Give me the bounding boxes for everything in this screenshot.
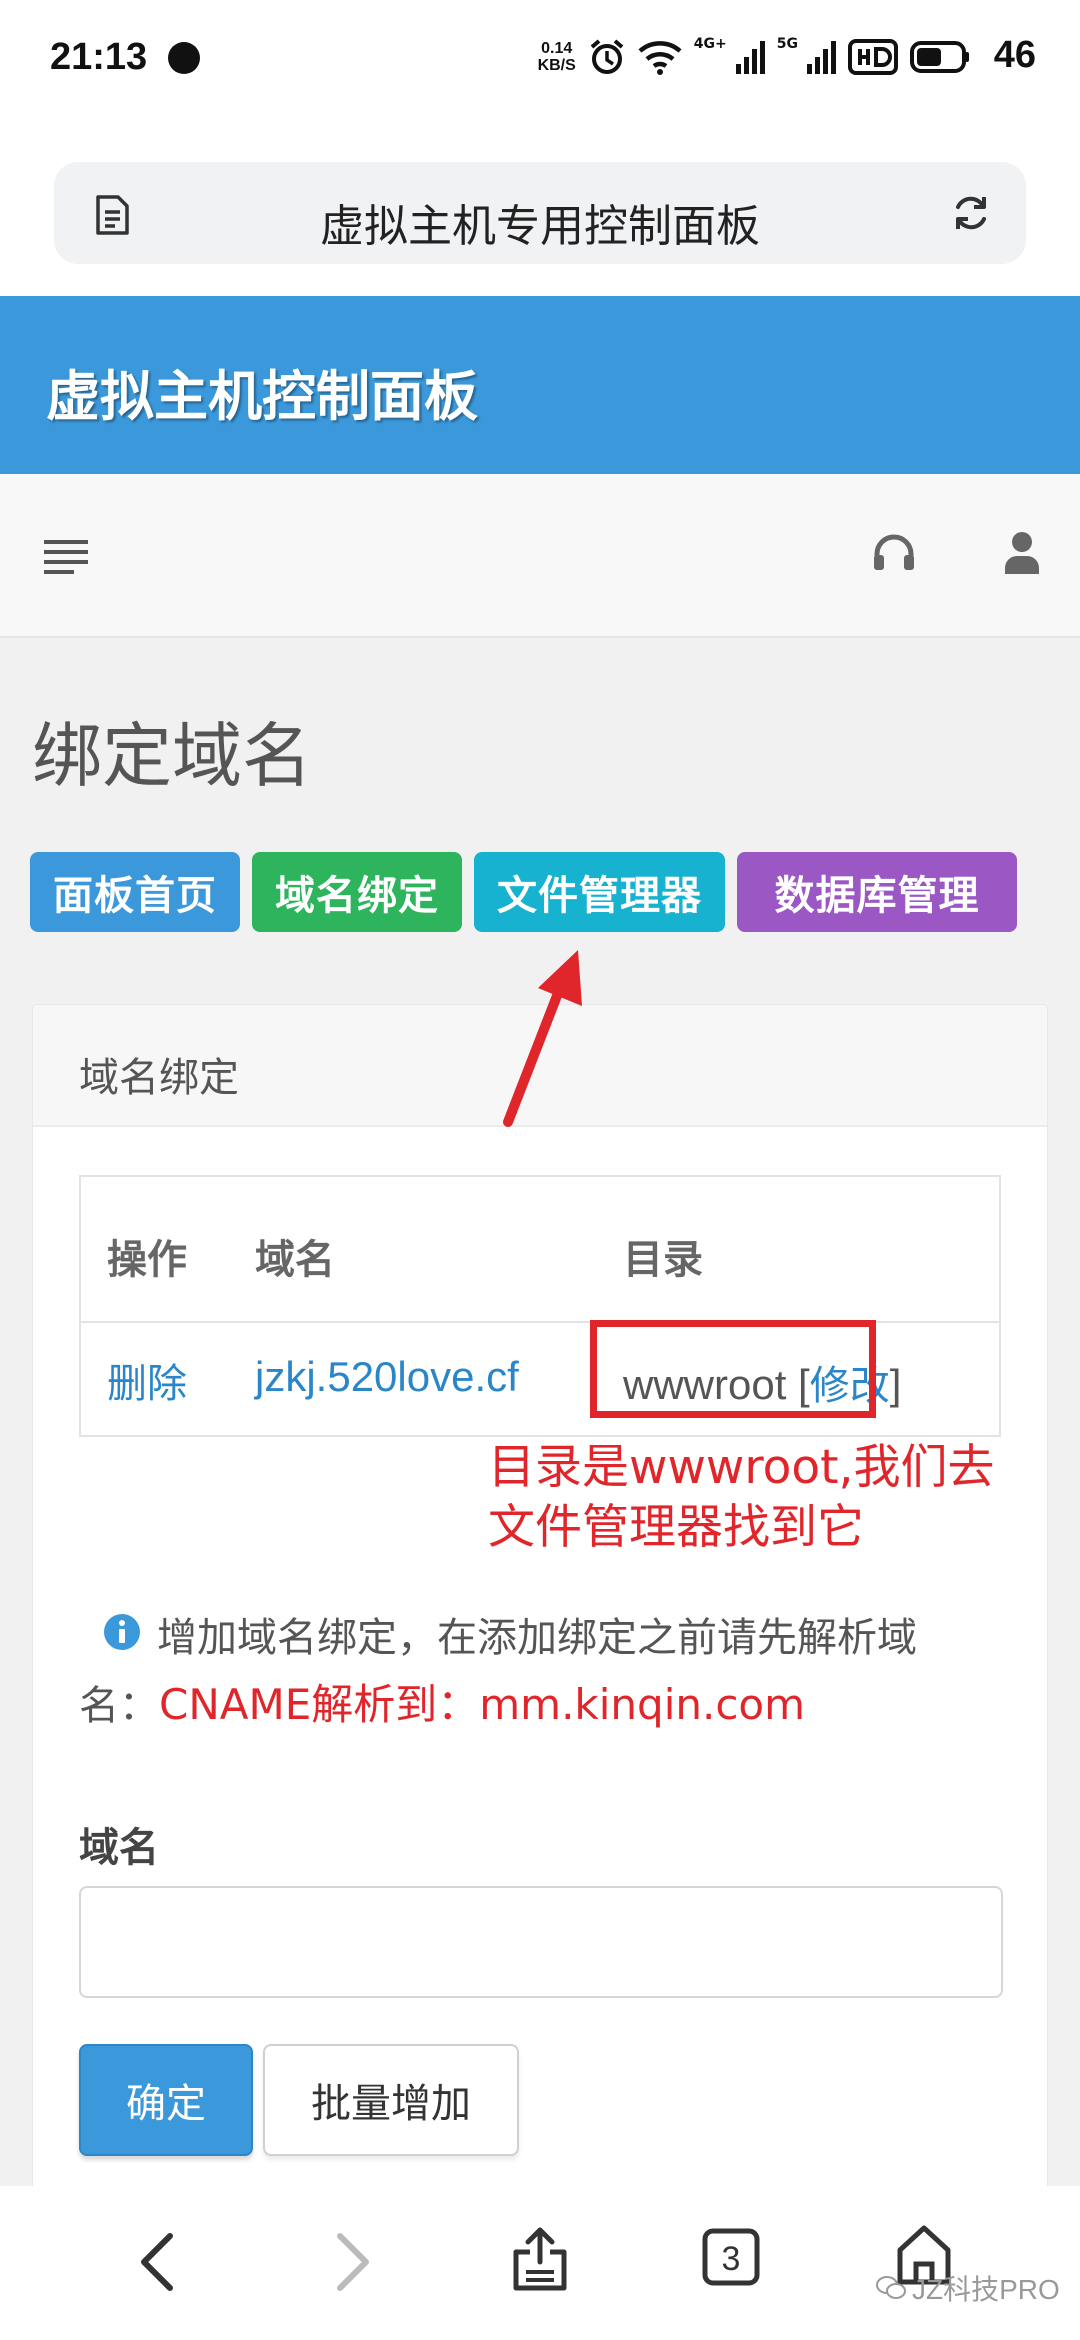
net-speed-unit: KB/S [537,57,576,74]
back-icon[interactable] [138,2232,178,2296]
delete-link[interactable]: 删除 [107,1351,187,1409]
page-title: 绑定域名 [32,715,312,797]
info-icon [103,1613,141,1655]
alarm-icon [588,37,626,77]
domain-field-label: 域名 [79,1825,159,1871]
share-icon[interactable] [510,2226,570,2296]
url-title[interactable]: 虚拟主机专用控制面板 [54,190,1026,254]
headset-icon[interactable] [872,532,916,578]
cname-instruction: CNAME解析到：mm.kinqin.com [159,1680,806,1729]
app-title: 虚拟主机控制面板 [46,365,478,428]
battery-icon [910,37,970,77]
info-prefix: 名： [79,1683,159,1729]
signal1-label: 4G+ [693,36,727,52]
top-navbar [0,474,1080,638]
batch-add-button[interactable]: 批量增加 [263,2044,519,2156]
status-bar: 21:13 0.14 KB/S 4G+ 5G 46 [0,0,1080,118]
watermark: JZ科技PRO [876,2268,1060,2308]
info-text-line2: 名：CNAME解析到：mm.kinqin.com [79,1671,805,1732]
forward-icon[interactable] [332,2232,372,2296]
status-time: 21:13 [50,36,148,78]
info-text-line1: 增加域名绑定，在添加绑定之前请先解析域 [157,1615,917,1661]
signal2-icon [806,37,836,77]
wifi-icon [638,37,682,77]
panel-home-button[interactable]: 面板首页 [30,852,240,932]
reload-icon[interactable] [950,192,992,238]
table-header-row: 操作 域名 目录 [81,1177,999,1323]
net-speed-value: 0.14 [541,40,573,57]
hd-volte-icon [848,37,898,77]
status-icons: 0.14 KB/S 4G+ 5G [538,32,970,82]
header-action: 操作 [107,1237,187,1283]
annotation-line1: 目录是wwwroot,我们去 [488,1440,995,1495]
browser-toolbar: 虚拟主机专用控制面板 [0,118,1080,296]
address-bar[interactable]: 虚拟主机专用控制面板 [54,162,1026,264]
annotation-line2: 文件管理器找到它 [488,1500,864,1555]
battery-level: 46 [993,34,1036,76]
domain-binding-card: 域名绑定 操作 域名 目录 删除 jzkj.520love.cf wwwroot… [32,1004,1048,2340]
bracket-close: ] [889,1361,902,1408]
database-manager-button[interactable]: 数据库管理 [737,852,1017,932]
card-title: 域名绑定 [79,1055,239,1101]
watermark-text: JZ科技PRO [912,2274,1060,2305]
domain-binding-button[interactable]: 域名绑定 [252,852,462,932]
tab-count: 3 [722,2240,741,2278]
wechat-icon [876,2276,906,2299]
file-manager-button[interactable]: 文件管理器 [474,852,725,932]
signal1-icon [735,37,765,77]
header-directory: 目录 [623,1237,703,1283]
app-header: 虚拟主机控制面板 [0,296,1080,474]
confirm-button[interactable]: 确定 [79,2044,253,2156]
user-icon[interactable] [1004,530,1040,578]
browser-bottom-bar: 3 [0,2186,1080,2340]
header-domain: 域名 [255,1237,335,1283]
notification-dot-icon [168,42,200,74]
annotation-arrow-icon [503,950,582,1127]
domain-input[interactable] [79,1886,1003,1998]
domain-link[interactable]: jzkj.520love.cf [255,1353,519,1401]
tabs-icon[interactable]: 3 [702,2228,760,2290]
net-speed: 0.14 KB/S [538,40,576,74]
annotation-text: 目录是wwwroot,我们去 文件管理器找到它 [488,1438,995,1558]
menu-icon[interactable] [44,540,88,578]
annotation-highlight-box [590,1320,876,1418]
signal2-label: 5G [776,36,798,52]
